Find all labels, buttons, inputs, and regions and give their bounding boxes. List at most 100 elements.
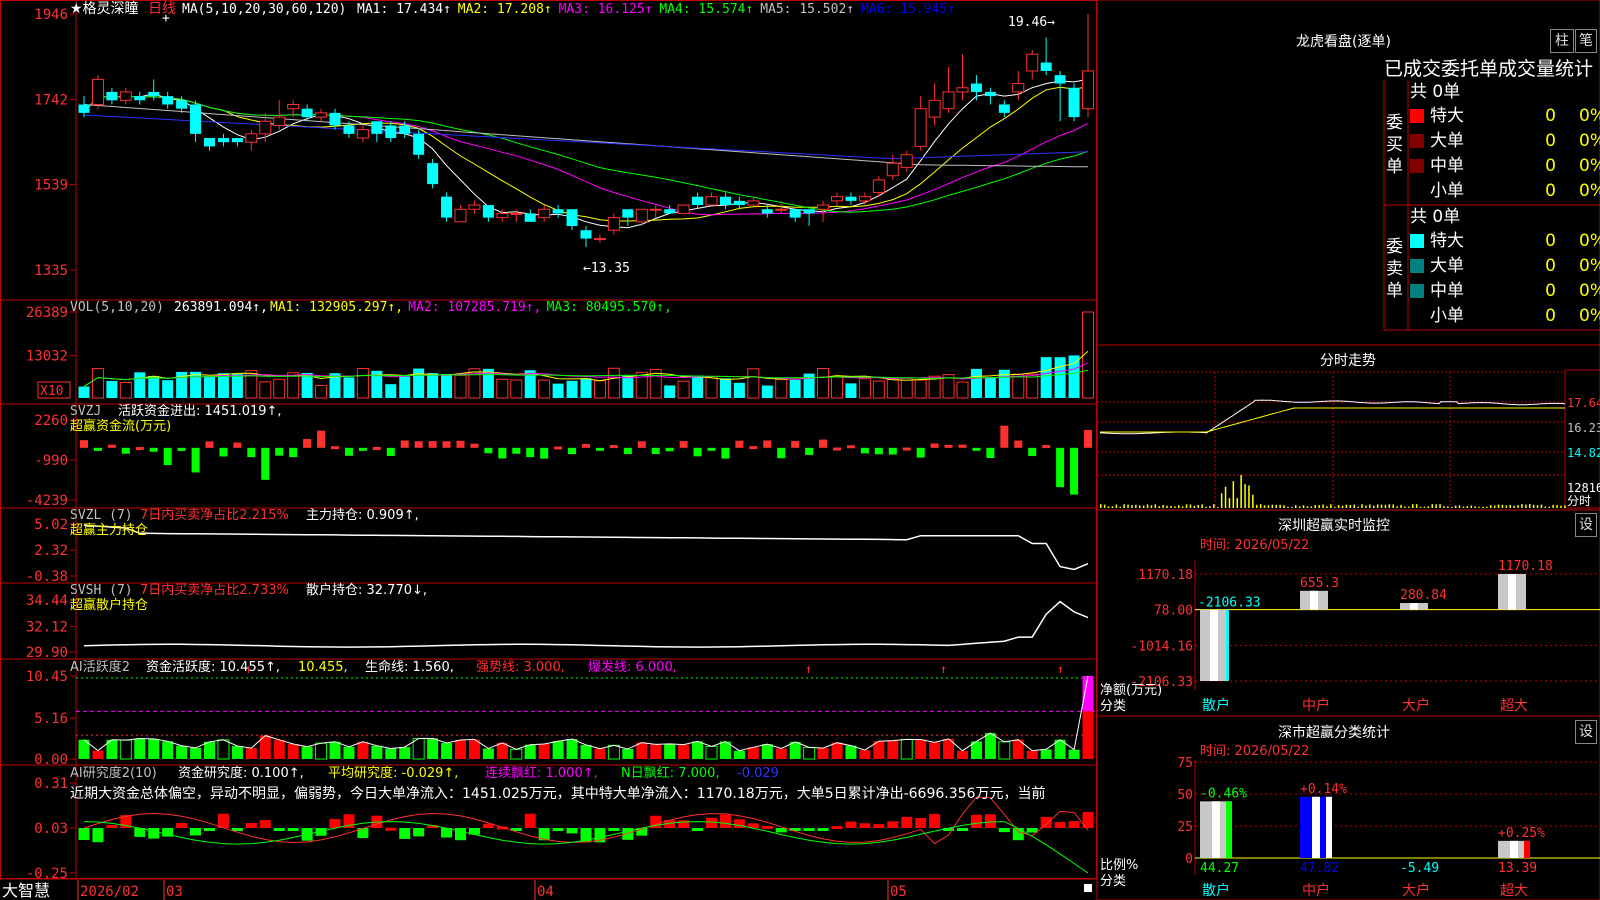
research-bar: [273, 828, 285, 831]
vol-bar: [900, 377, 913, 399]
monitor-settings-button[interactable]: 设: [1575, 513, 1597, 537]
candle-down: [427, 163, 439, 185]
research-bar: [176, 822, 188, 828]
intraday-vol-bar: [1271, 504, 1274, 508]
class-settings-button[interactable]: 设: [1575, 720, 1597, 744]
pen-toggle-button[interactable]: 笔: [1575, 29, 1597, 53]
intraday-vol-bar: [1458, 505, 1461, 508]
svsh-text2: 散户持仓: 32.770↓,: [306, 582, 427, 598]
svzj-bar: [414, 441, 423, 448]
svzj-bar: [930, 443, 939, 448]
intraday-vol-bar: [1384, 504, 1387, 508]
vol-bar: [552, 383, 564, 398]
ai-bar: [371, 745, 383, 759]
svzj-bar: [540, 447, 549, 459]
order-row-count: 0: [1545, 281, 1556, 301]
candle-up: [1012, 83, 1025, 93]
research-bar: [148, 828, 160, 839]
class-axis-label: 25: [1177, 820, 1193, 835]
svzj-bar: [777, 447, 786, 459]
candle-up: [1026, 53, 1039, 72]
class-time: 时间: 2026/05/22: [1200, 744, 1309, 759]
monitor-category: 大户: [1402, 697, 1430, 714]
candle-down: [1040, 62, 1052, 71]
intraday-vol-bar: [1146, 504, 1149, 508]
vol-bar: [1040, 357, 1052, 398]
class-bar-change: -0.46%: [1200, 786, 1247, 801]
ai-bar: [245, 748, 257, 759]
ai-bar: [664, 743, 676, 759]
intraday-vol-bar: [1248, 485, 1250, 508]
intraday-vol-bar: [1521, 504, 1523, 508]
intraday-vol-bar: [1400, 504, 1402, 508]
intraday-vol-bar: [1525, 504, 1527, 508]
ai-bar: [343, 746, 355, 759]
ai-bar: [1068, 749, 1080, 759]
vol-bar: [441, 374, 453, 398]
ai-text3: 生命线: 1.560,: [365, 659, 454, 675]
research-bar: [1012, 828, 1024, 841]
monitor-bar-label: 1170.18: [1498, 559, 1553, 574]
candle-up: [775, 208, 788, 211]
svzj-bar: [1014, 440, 1023, 448]
class-bar-change: +0.25%: [1498, 826, 1545, 841]
low-price-label: ←13.35: [583, 261, 630, 276]
ai-bar: [775, 748, 787, 759]
sell-side-label: 委卖单: [1386, 237, 1403, 301]
order-row: 特大 0 0%: [1406, 229, 1600, 253]
vol-bar: [91, 368, 104, 399]
vol-bar: [580, 378, 592, 398]
intraday-vol-bar: [1454, 505, 1457, 508]
candle-down: [845, 196, 857, 201]
vol-unit: X10: [40, 384, 63, 399]
order-row-label: 中单: [1430, 156, 1464, 176]
candle-down: [301, 108, 313, 118]
research-bar: [761, 825, 773, 829]
class-bar-label: 47.82: [1300, 861, 1339, 876]
intraday-vol-bar: [1431, 504, 1433, 508]
order-row: 中单 0 0%: [1406, 154, 1600, 178]
vol-bar: [831, 376, 843, 399]
monitor-axis-label: 1170.18: [1138, 568, 1193, 583]
vol-bar: [677, 380, 690, 399]
svzj-bar: [191, 447, 200, 473]
monitor-bar-label: 280.84: [1400, 588, 1447, 603]
svzj-bar: [386, 447, 395, 456]
intraday-vol-bar: [1287, 506, 1289, 508]
intraday-vol-bar: [1439, 504, 1441, 508]
ai-bar: [692, 741, 704, 759]
candle-down: [552, 209, 564, 214]
ai-bar: [162, 741, 174, 759]
kline-chart[interactable]: 1946174215391335★格灵深瞳 日线 MA(5,10,20,30,60,…: [0, 0, 1600, 900]
bar-toggle-button[interactable]: 柱: [1550, 29, 1574, 53]
intraday-vol-bar: [1306, 506, 1309, 508]
price-axis-label: 1335: [34, 263, 68, 279]
svzj-bar: [484, 447, 493, 454]
ai-bar: [1082, 711, 1094, 759]
candle-up: [607, 217, 620, 231]
svzj-sub: 超赢资金流(万元): [70, 418, 171, 434]
svzj-bar: [1042, 445, 1051, 449]
candle-up: [914, 108, 927, 147]
research-axis-label: -0.25: [26, 866, 68, 882]
intraday-vol-bar: [1322, 504, 1324, 508]
candle-down: [524, 213, 536, 222]
monitor-category: 超大: [1500, 698, 1528, 714]
intraday-vol-bar: [1357, 506, 1359, 508]
vol-axis-label: 13032: [26, 349, 68, 365]
intraday-vol-bar: [1123, 504, 1125, 508]
candle-down: [664, 209, 676, 214]
intraday-vol-bar: [1178, 505, 1180, 508]
vol-bar: [956, 381, 969, 399]
intraday-vol-bar: [1380, 504, 1383, 508]
lock-icon: [1084, 884, 1092, 892]
ai-bar: [580, 744, 592, 759]
research-bar: [287, 828, 299, 831]
research-text2: 平均研究度: -0.029↑,: [328, 765, 458, 781]
svzj-bar: [261, 447, 270, 480]
svzj-bar: [177, 447, 186, 451]
intraday-vol-bar: [1490, 505, 1492, 508]
intraday-vol-bar: [1201, 504, 1203, 508]
class-title: 深市超赢分类统计: [1278, 725, 1390, 741]
svzj-value: 活跃资金进出: 1451.019↑,: [118, 403, 282, 419]
